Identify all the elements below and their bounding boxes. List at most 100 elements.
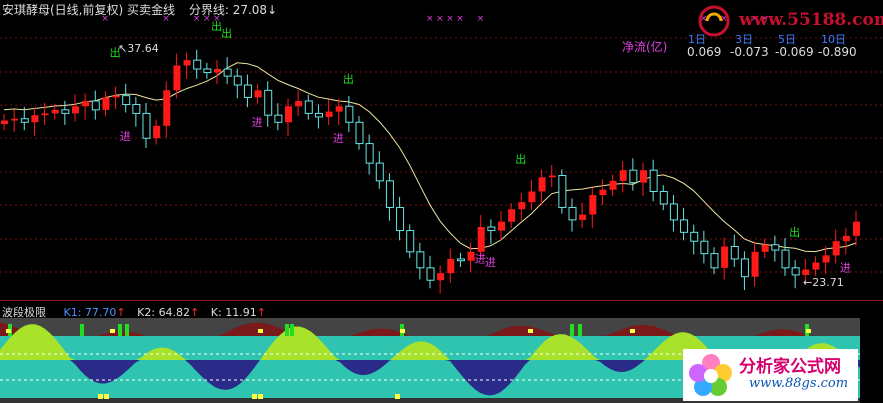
net-flow-label: 净流(亿) (622, 40, 668, 54)
in-signal-label: 进 (485, 256, 496, 269)
candle-body (579, 214, 587, 220)
indicator-yellow-marker (6, 329, 11, 333)
candle-body (609, 180, 617, 190)
candle-body (11, 118, 19, 121)
watermark-text: www.55188.com (739, 10, 883, 30)
candle-body (365, 143, 374, 164)
indicator-yellow-marker (528, 329, 533, 333)
candle-body (538, 177, 546, 192)
candle-body (700, 240, 709, 255)
indicator-yellow-marker (110, 329, 115, 333)
gold-trend-line (3, 62, 857, 253)
brand-watermark: 分析家公式网 www.88gs.com (683, 349, 858, 401)
indicator-yellow-marker (252, 394, 257, 399)
cross-marker-icon: × (477, 14, 485, 24)
stock-title: 安琪酵母(日线,前复权) 买卖金线 (2, 3, 175, 17)
brand-url: www.88gs.com (749, 376, 849, 391)
candle-body (842, 235, 850, 242)
boundary-arrow: ↓ (267, 3, 278, 17)
in-signal-label: 进 (252, 116, 263, 129)
trend-line-path (3, 62, 857, 253)
candle-body (659, 191, 668, 205)
candle-body (153, 125, 161, 139)
cross-marker-icon: × (436, 14, 444, 24)
candle-body (122, 95, 131, 106)
high-price-label: ↖37.64 (118, 42, 159, 55)
low-price-value: 23.71 (812, 276, 844, 289)
out-signal-label: 出 (789, 225, 800, 239)
cross-marker-icon: × (426, 14, 434, 24)
candle-body (214, 69, 221, 73)
indicator-green-marker (578, 324, 582, 336)
candle-body (243, 84, 252, 98)
candle-body (680, 219, 689, 233)
candle-body (132, 104, 141, 114)
out-signal-label: 出 (221, 26, 232, 40)
boundary-label: 分界线: (188, 3, 229, 17)
flow-value-10: -0.890 (818, 45, 857, 59)
candle-body (375, 162, 384, 182)
candle-body (669, 203, 678, 221)
candle-body (619, 170, 627, 181)
candle-body (163, 90, 171, 126)
candle-body (61, 109, 70, 114)
candle-body (477, 227, 485, 252)
in-signal-label: 进 (333, 132, 344, 145)
indicator-green-marker (80, 324, 84, 336)
boundary-value: 27.08 (232, 3, 268, 17)
candle-body (791, 267, 800, 276)
indicator-yellow-marker (104, 394, 109, 399)
candle-body (314, 112, 323, 118)
candle-body (285, 106, 292, 123)
candle-body (31, 115, 39, 123)
indicator-yellow-marker (806, 329, 811, 333)
candle-body (740, 258, 749, 278)
candle-body (426, 267, 435, 281)
candle-body (690, 231, 699, 242)
low-price-label: ←23.71 (803, 276, 844, 289)
flow-value-3: -0.073 (730, 45, 769, 59)
candle-body (406, 230, 415, 253)
candle-body (568, 206, 577, 221)
candle-body (447, 258, 455, 274)
candle-body (416, 251, 425, 269)
candle-body (274, 114, 283, 123)
candle-body (91, 100, 100, 111)
candle-body (51, 109, 59, 114)
candle-body (710, 253, 719, 269)
candle-body (233, 75, 242, 86)
candle-body (183, 60, 191, 66)
candle-body (173, 65, 181, 91)
candle-body (548, 175, 556, 178)
candle-body (589, 195, 597, 215)
candle-body (832, 241, 840, 256)
candle-body (142, 112, 151, 139)
indicator-green-marker (125, 324, 129, 336)
indicator-yellow-marker (258, 329, 263, 333)
candle-body (649, 169, 658, 192)
flow-value-1: 0.069 (687, 45, 722, 59)
candle-body (20, 118, 29, 123)
high-price-value: 37.64 (127, 42, 159, 55)
in-signal-label: 进 (840, 261, 851, 274)
candle-body (730, 246, 739, 260)
candle-body (751, 251, 759, 277)
candle-body (203, 68, 212, 74)
brand-title: 分析家公式网 (739, 357, 841, 377)
candle-body (295, 100, 303, 107)
candle-body (345, 105, 354, 123)
indicator-green-marker (290, 324, 294, 336)
flower-logo-icon (689, 354, 732, 396)
indicator-yellow-marker (630, 329, 635, 333)
indicator-green-marker (118, 324, 122, 336)
candle-body (72, 106, 79, 114)
indicator-yellow-marker (400, 329, 405, 333)
indicator-green-marker (570, 324, 574, 336)
candle-body (304, 100, 313, 114)
candle-body (812, 262, 820, 270)
chart-header: 安琪酵母(日线,前复权) 买卖金线 分界线: 27.08↓ (2, 1, 277, 18)
candle-body (82, 100, 90, 107)
price-grid (0, 37, 883, 273)
indicator-yellow-marker (395, 394, 400, 399)
candle-body (355, 121, 364, 145)
